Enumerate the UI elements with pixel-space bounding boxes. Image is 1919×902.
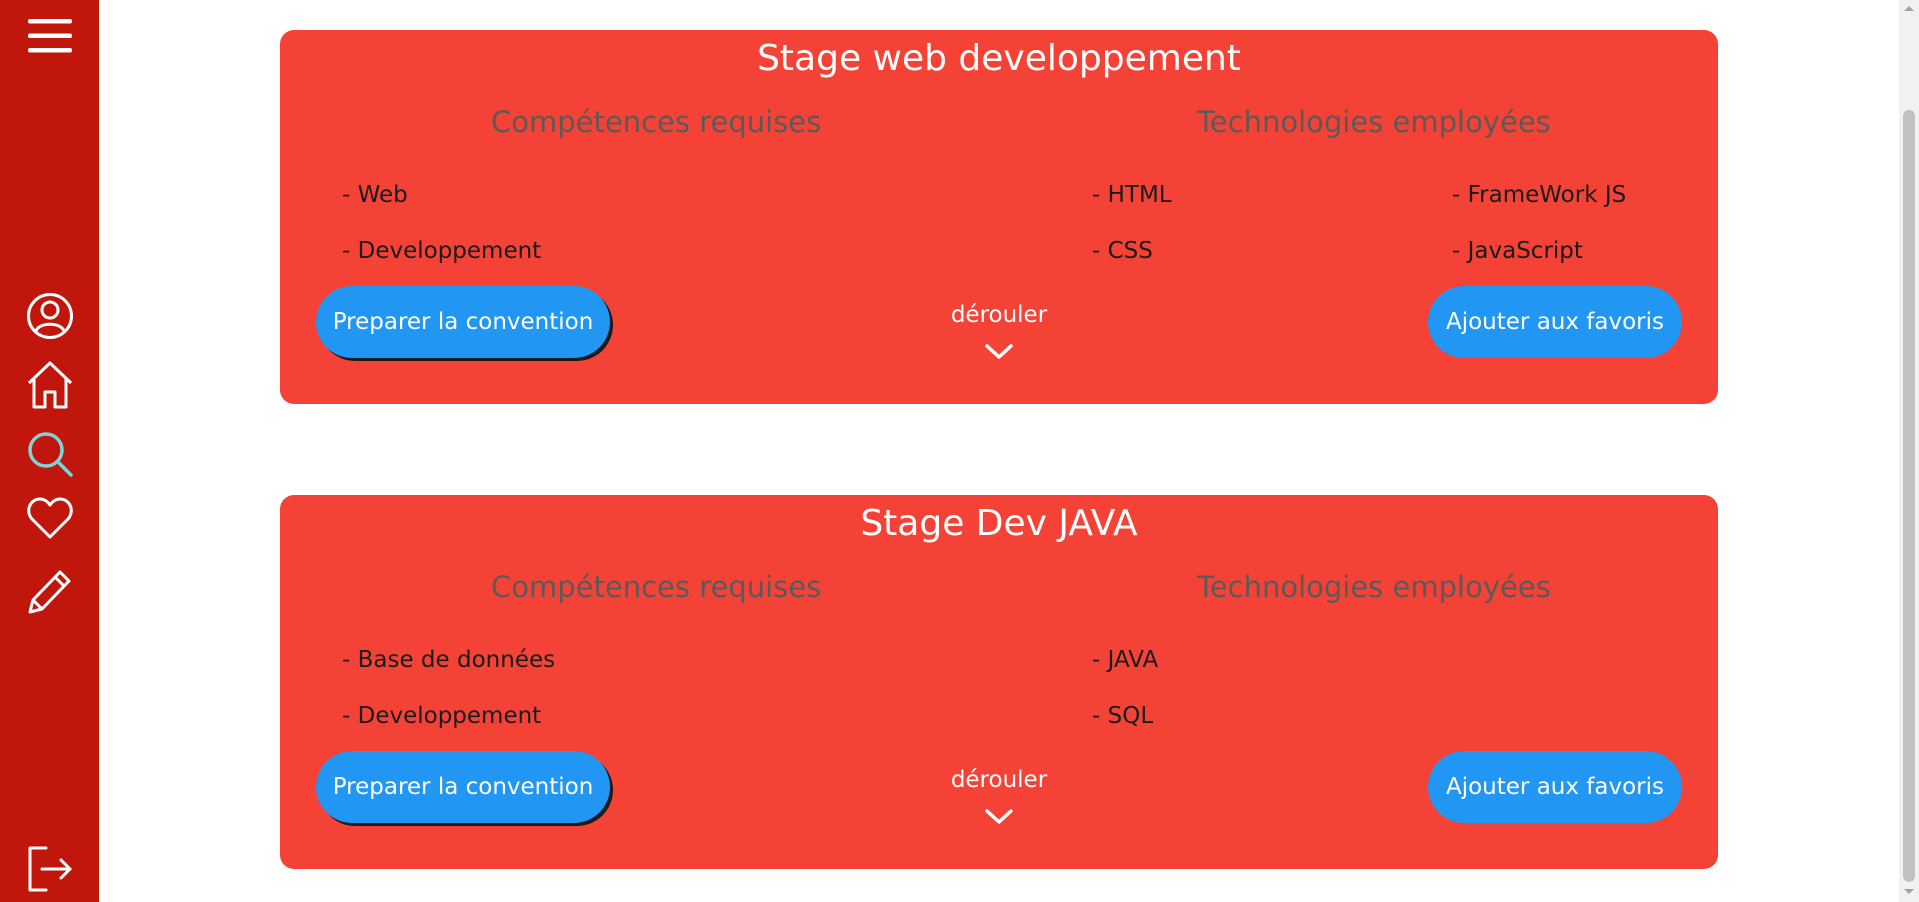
chevron-down-icon[interactable] xyxy=(984,807,1014,827)
add-to-favorites-button[interactable]: Ajouter aux favoris xyxy=(1428,751,1682,823)
expand-link[interactable]: dérouler xyxy=(924,302,1074,328)
card-title: Stage web developpement xyxy=(757,38,1241,79)
skills-heading: Compétences requises xyxy=(491,570,822,604)
scrollbar-thumb[interactable] xyxy=(1903,110,1915,882)
tech-item: - CSS xyxy=(1092,238,1153,264)
skill-item: - Developpement xyxy=(342,238,542,264)
tech-item: - SQL xyxy=(1092,703,1154,729)
tech-heading: Technologies employées xyxy=(1197,105,1551,139)
skill-item: - Base de données xyxy=(342,647,556,673)
expand-link[interactable]: dérouler xyxy=(924,767,1074,793)
card-title: Stage Dev JAVA xyxy=(860,503,1138,544)
scrollbar[interactable] xyxy=(1899,0,1919,902)
chevron-down-icon[interactable] xyxy=(984,342,1014,362)
hamburger-menu-icon[interactable] xyxy=(0,14,99,58)
skill-item: - Developpement xyxy=(342,703,542,729)
skills-heading: Compétences requises xyxy=(491,105,822,139)
internship-card: Stage web developpement Compétences requ… xyxy=(280,30,1718,404)
internship-card: Stage Dev JAVA Compétences requises Tech… xyxy=(280,495,1718,869)
user-profile-icon[interactable] xyxy=(0,292,99,340)
search-icon[interactable] xyxy=(0,430,99,478)
add-to-favorites-button[interactable]: Ajouter aux favoris xyxy=(1428,286,1682,358)
logout-icon[interactable] xyxy=(0,845,99,893)
tech-item: - FrameWork JS xyxy=(1452,182,1627,208)
scroll-down-arrow-icon[interactable] xyxy=(1904,889,1914,894)
prepare-convention-button[interactable]: Preparer la convention xyxy=(316,286,610,358)
tech-item: - HTML xyxy=(1092,182,1172,208)
skill-item: - Web xyxy=(342,182,408,208)
heart-icon[interactable] xyxy=(0,496,99,540)
tech-item: - JAVA xyxy=(1092,647,1159,673)
tech-item: - JavaScript xyxy=(1452,238,1583,264)
sidebar xyxy=(0,0,99,902)
tech-heading: Technologies employées xyxy=(1197,570,1551,604)
home-icon[interactable] xyxy=(0,360,99,410)
pencil-icon[interactable] xyxy=(0,566,99,616)
prepare-convention-button[interactable]: Preparer la convention xyxy=(316,751,610,823)
scroll-up-arrow-icon[interactable] xyxy=(1904,6,1914,11)
